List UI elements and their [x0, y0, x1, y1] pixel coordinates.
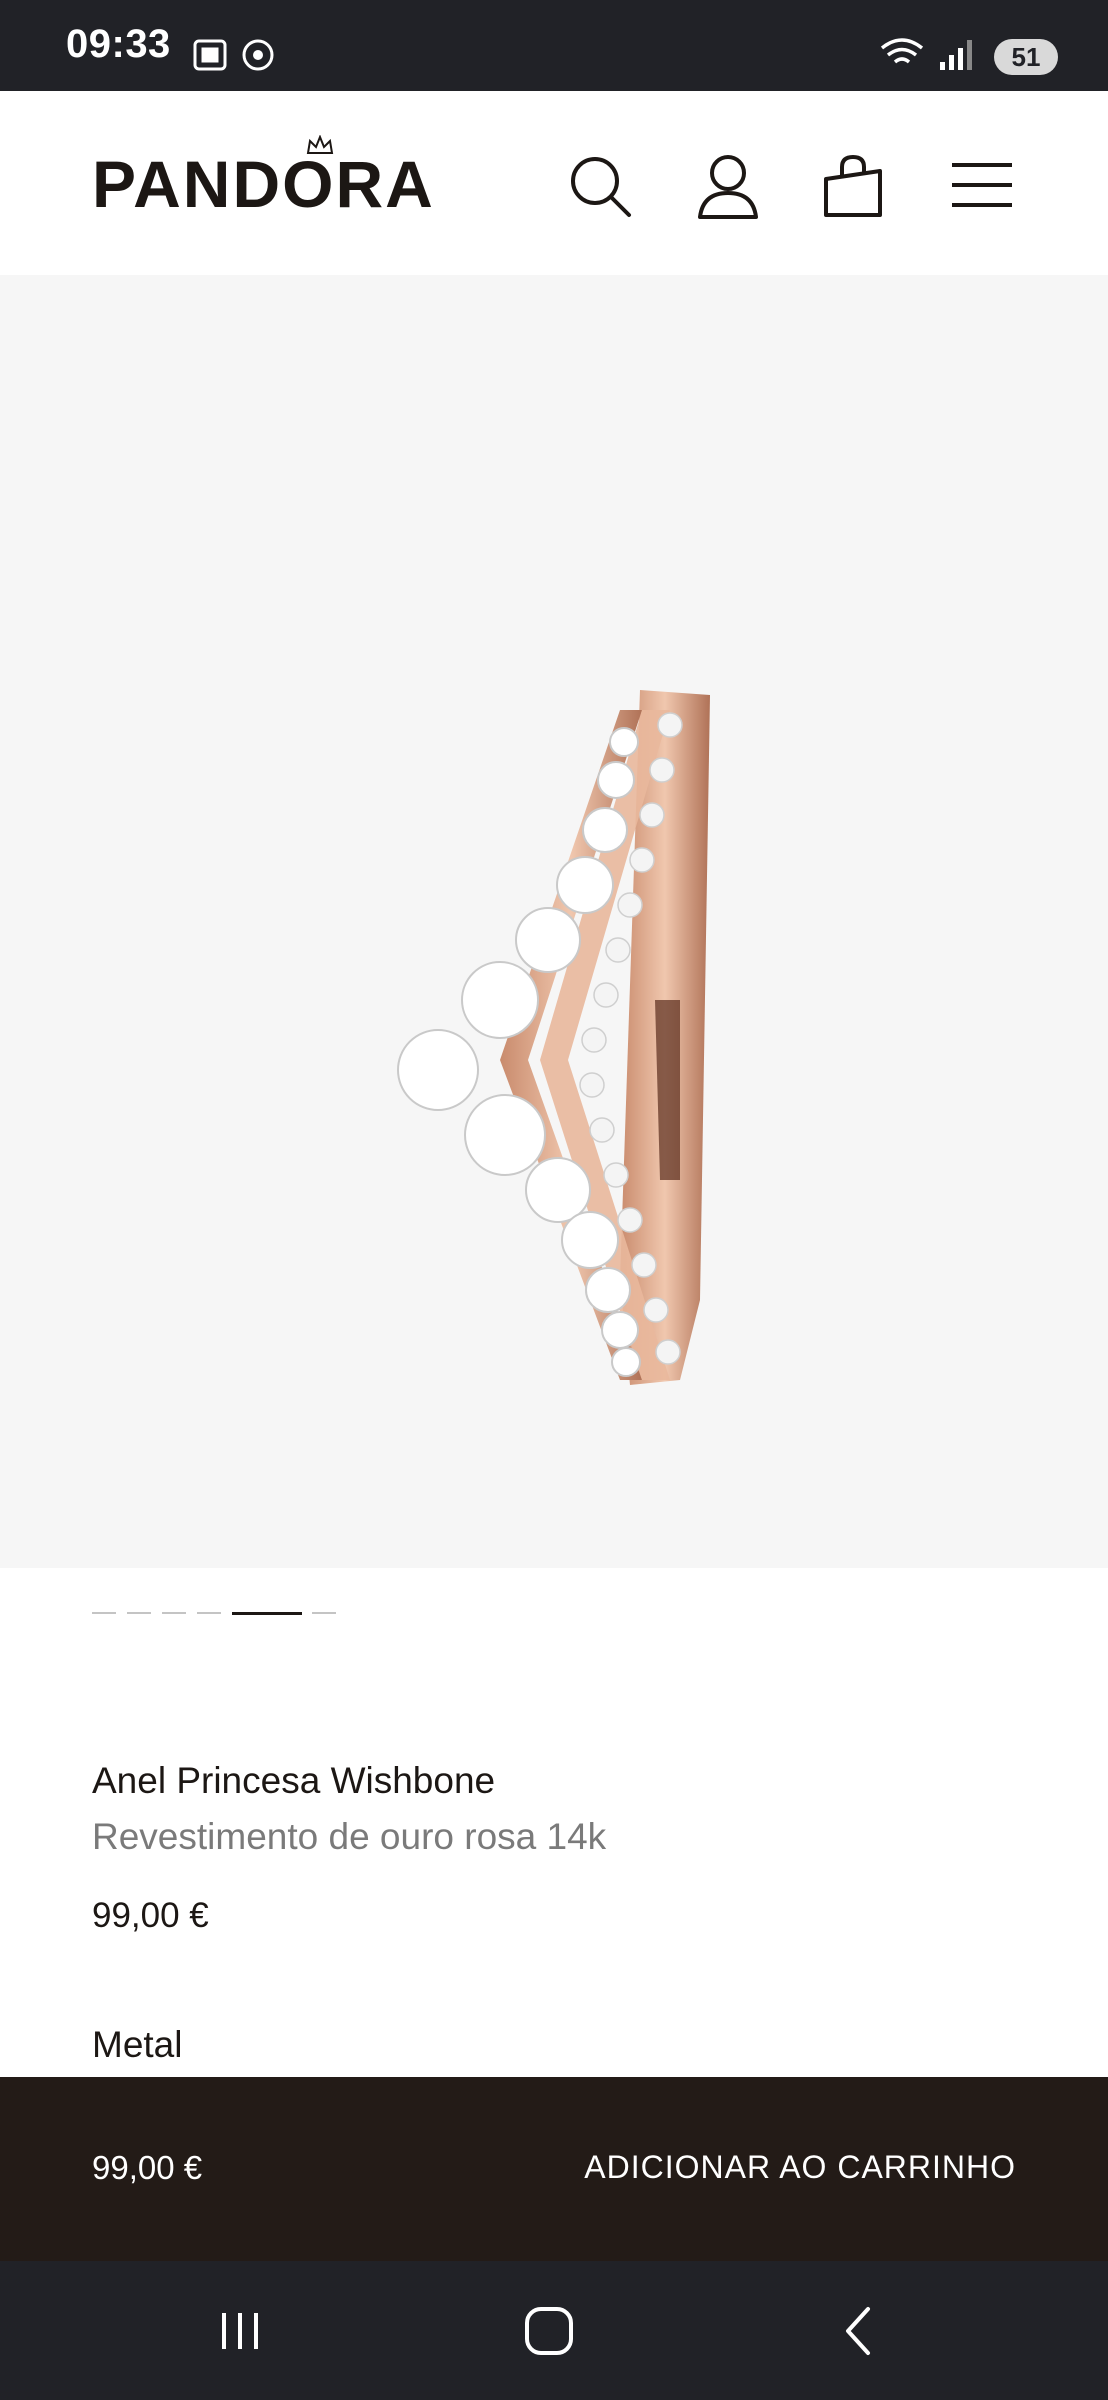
account-icon[interactable]: [693, 151, 763, 221]
crown-icon: [306, 135, 334, 154]
status-bar: 09:33 51: [0, 0, 1108, 91]
pandora-logo[interactable]: PANDORA: [92, 146, 435, 222]
search-icon[interactable]: [565, 151, 635, 221]
carousel-dot[interactable]: [312, 1612, 336, 1614]
notification-icons: [192, 36, 282, 81]
chrome-icon: [242, 39, 274, 71]
home-icon[interactable]: [519, 2301, 579, 2361]
menu-icon[interactable]: [948, 151, 1018, 221]
wifi-icon: [880, 38, 924, 64]
product-title: Anel Princesa Wishbone: [92, 1760, 496, 1801]
signal-icons: [878, 34, 978, 79]
metal-section-heading: Metal: [92, 2024, 183, 2065]
carousel-dot[interactable]: [162, 1612, 186, 1614]
status-time: 09:33: [66, 22, 171, 66]
shopping-bag-icon[interactable]: [818, 151, 888, 221]
product-subtitle: Revestimento de ouro rosa 14k: [92, 1816, 607, 1857]
cart-bar-price: 99,00 €: [92, 2149, 203, 2186]
ring-image: [397, 690, 710, 1385]
carousel-dot[interactable]: [127, 1612, 151, 1614]
page: 09:33 51 PANDORA Anel Princesa Wishbone …: [0, 0, 1108, 2400]
product-price: 99,00 €: [92, 1896, 209, 1935]
battery-indicator: 51: [994, 39, 1058, 75]
add-to-cart-button[interactable]: ADICIONAR AO CARRINHO: [584, 2149, 1016, 2186]
carousel-dot[interactable]: [92, 1612, 116, 1614]
add-to-cart-bar: 99,00 € ADICIONAR AO CARRINHO: [0, 2077, 1108, 2261]
product-image-gallery[interactable]: [0, 275, 1108, 1568]
back-icon[interactable]: [830, 2301, 890, 2361]
cell-signal-icon: [940, 40, 972, 70]
carousel-dot-active[interactable]: [232, 1612, 302, 1615]
system-navigation-bar: [0, 2261, 1108, 2400]
site-header: PANDORA: [0, 91, 1108, 275]
carousel-dot[interactable]: [197, 1612, 221, 1614]
recent-apps-icon[interactable]: [210, 2301, 270, 2361]
screenshot-icon: [193, 39, 227, 71]
